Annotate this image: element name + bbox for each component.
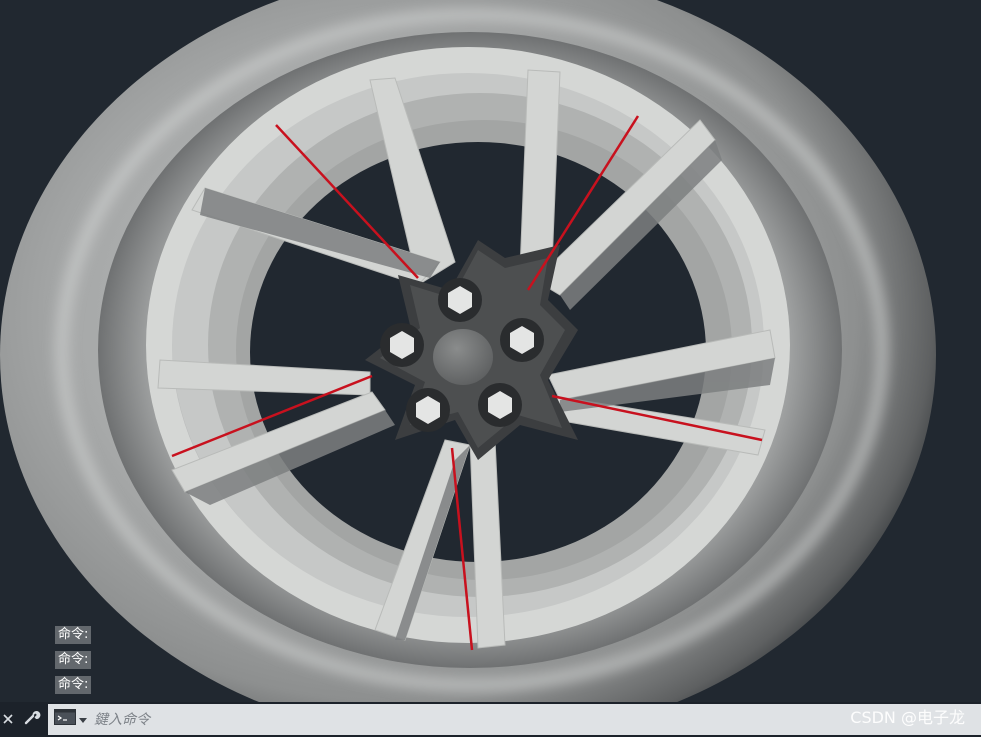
model-viewport[interactable]: 命令: 命令: 命令: 鍵入命令 CSDN @电子龙 [0, 0, 981, 737]
command-input[interactable] [92, 705, 981, 734]
command-history-line: 命令: [55, 676, 92, 694]
wrench-icon [23, 708, 41, 731]
dropdown-arrow-icon [78, 711, 87, 729]
close-command-line-button[interactable] [0, 702, 16, 737]
command-history-line: 命令: [55, 651, 92, 669]
wheel-3d-model [0, 0, 936, 737]
watermark: CSDN @电子龙 [850, 708, 965, 727]
command-line-bar [0, 702, 981, 737]
command-prompt-icon [53, 709, 76, 730]
command-input-container [48, 704, 981, 735]
center-cap [433, 329, 493, 385]
recent-commands-button[interactable] [48, 704, 92, 735]
close-icon [3, 711, 13, 729]
command-history-line: 命令: [55, 626, 92, 644]
customize-button[interactable] [18, 702, 46, 737]
